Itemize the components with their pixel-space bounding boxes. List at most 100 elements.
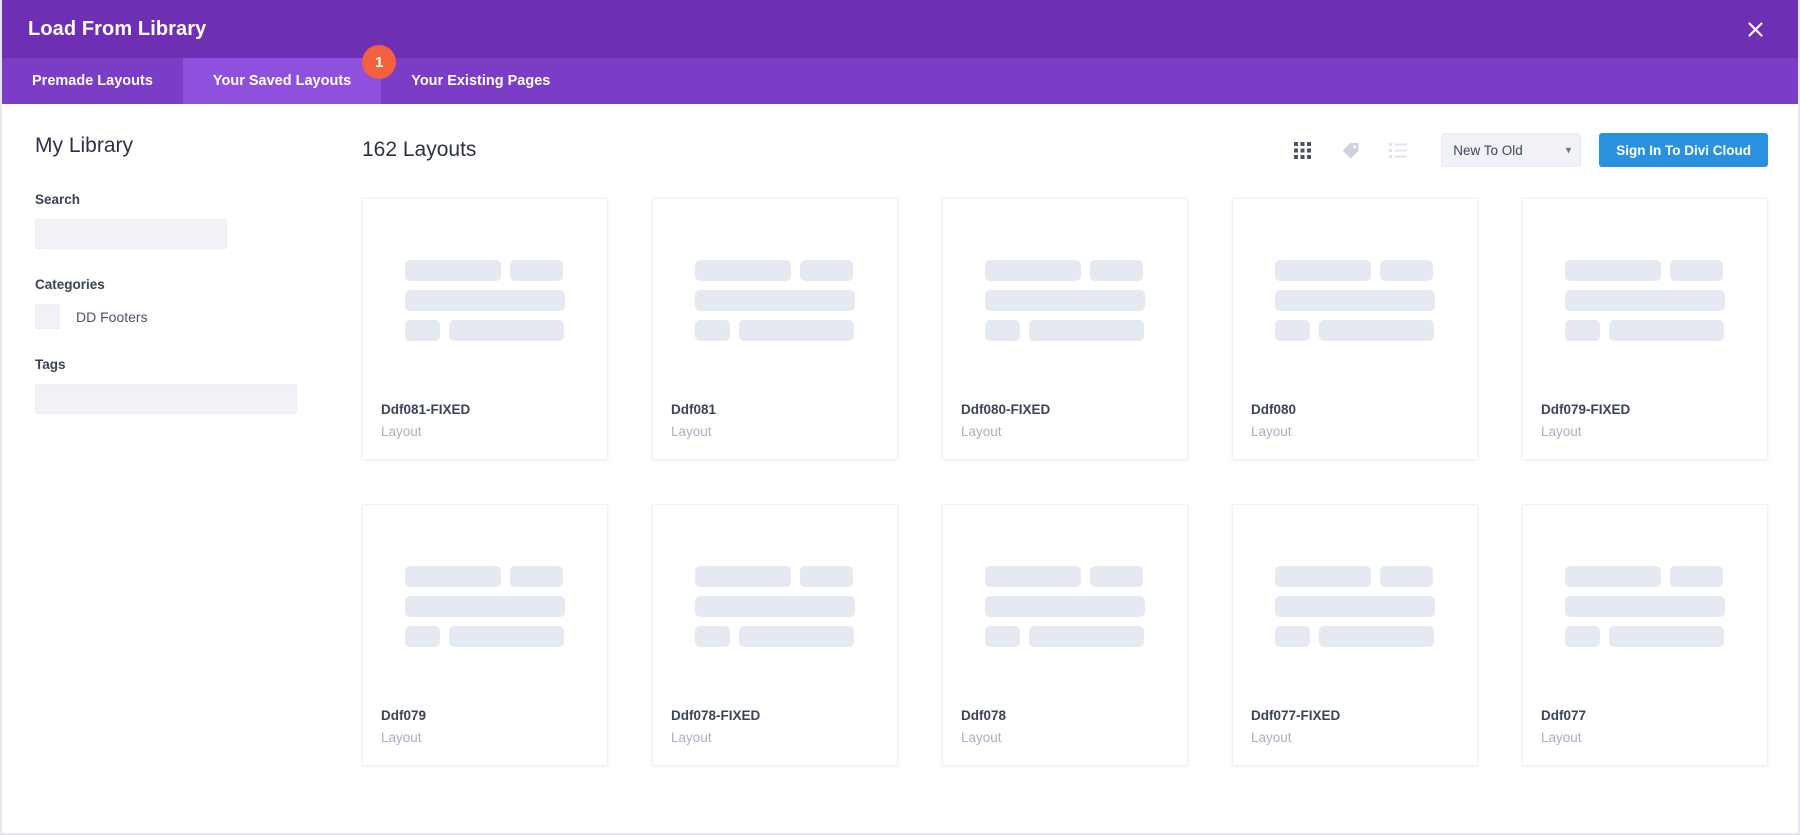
- sign-in-divi-cloud-button[interactable]: Sign In To Divi Cloud: [1599, 133, 1768, 167]
- skeleton-row: [695, 290, 855, 311]
- skeleton-row: [985, 626, 1145, 647]
- sort-select[interactable]: New To Old: [1441, 133, 1581, 167]
- skeleton-bar: [1565, 320, 1600, 341]
- tab-premade-layouts[interactable]: Premade Layouts: [2, 58, 183, 104]
- card-title: Ddf080-FIXED: [961, 402, 1169, 417]
- skeleton-bar: [800, 566, 853, 587]
- card-title: Ddf079-FIXED: [1541, 402, 1749, 417]
- tags-input[interactable]: [35, 384, 297, 414]
- skeleton-row: [695, 566, 855, 587]
- card-subtitle: Layout: [1541, 730, 1749, 745]
- skeleton-bar: [405, 596, 565, 617]
- skeleton-row: [985, 290, 1145, 311]
- card-preview-skeleton: [1523, 199, 1767, 402]
- skeleton-row: [1275, 320, 1435, 341]
- close-icon[interactable]: [1738, 12, 1772, 46]
- skeleton-bar: [1090, 260, 1143, 281]
- skeleton-bar: [1380, 566, 1433, 587]
- skeleton-bar: [1380, 260, 1433, 281]
- skeleton-row: [695, 626, 855, 647]
- layout-card[interactable]: Ddf081-FIXED Layout: [362, 198, 608, 460]
- skeleton-row: [985, 596, 1145, 617]
- card-subtitle: Layout: [381, 424, 589, 439]
- skeleton-bar: [1565, 626, 1600, 647]
- skeleton-row: [695, 260, 855, 281]
- modal-body: My Library Search Categories DD Footers …: [2, 104, 1798, 833]
- page-title: Load From Library: [28, 18, 206, 41]
- card-title: Ddf080: [1251, 402, 1459, 417]
- sidebar-title: My Library: [35, 134, 302, 158]
- grid-view-icon[interactable]: [1291, 139, 1313, 161]
- skeleton-row: [405, 596, 565, 617]
- skeleton-bar: [405, 566, 501, 587]
- layout-card[interactable]: Ddf079 Layout: [362, 504, 608, 766]
- search-input[interactable]: [35, 219, 227, 249]
- skeleton-bar: [1609, 626, 1724, 647]
- skeleton-row: [1275, 290, 1435, 311]
- layout-card[interactable]: Ddf077-FIXED Layout: [1232, 504, 1478, 766]
- layout-card[interactable]: Ddf079-FIXED Layout: [1522, 198, 1768, 460]
- skeleton-bar: [1275, 596, 1435, 617]
- skeleton-row: [985, 320, 1145, 341]
- layout-card[interactable]: Ddf078-FIXED Layout: [652, 504, 898, 766]
- skeleton-row: [405, 260, 565, 281]
- skeleton-bar: [1565, 566, 1661, 587]
- skeleton-bar: [1029, 320, 1144, 341]
- layout-card[interactable]: Ddf077 Layout: [1522, 504, 1768, 766]
- skeleton-row: [1565, 566, 1725, 587]
- card-meta: Ddf079 Layout: [363, 708, 607, 765]
- skeleton-row: [405, 320, 565, 341]
- layout-card[interactable]: Ddf080 Layout: [1232, 198, 1478, 460]
- layout-card[interactable]: Ddf081 Layout: [652, 198, 898, 460]
- sidebar: My Library Search Categories DD Footers …: [2, 104, 332, 833]
- skeleton-bar: [985, 320, 1020, 341]
- tab-your-saved-layouts[interactable]: Your Saved Layouts 1: [183, 58, 381, 104]
- skeleton-bar: [1090, 566, 1143, 587]
- category-label: DD Footers: [76, 309, 148, 325]
- view-mode-switcher: [1291, 139, 1409, 161]
- skeleton-row: [405, 566, 565, 587]
- layout-card[interactable]: Ddf080-FIXED Layout: [942, 198, 1188, 460]
- card-subtitle: Layout: [1251, 424, 1459, 439]
- card-preview-skeleton: [363, 505, 607, 708]
- tab-your-existing-pages[interactable]: Your Existing Pages: [381, 58, 580, 104]
- list-view-icon[interactable]: [1387, 139, 1409, 161]
- card-meta: Ddf077 Layout: [1523, 708, 1767, 765]
- category-checkbox[interactable]: [35, 304, 60, 329]
- layout-card-grid: Ddf081-FIXED Layout Ddf081 Layout: [362, 198, 1768, 766]
- search-label: Search: [35, 192, 302, 207]
- skeleton-bar: [985, 260, 1081, 281]
- category-item-dd-footers[interactable]: DD Footers: [35, 304, 302, 329]
- card-subtitle: Layout: [1541, 424, 1749, 439]
- card-meta: Ddf080-FIXED Layout: [943, 402, 1187, 459]
- card-meta: Ddf078-FIXED Layout: [653, 708, 897, 765]
- main-toolbar: 162 Layouts: [362, 132, 1768, 168]
- card-title: Ddf081: [671, 402, 879, 417]
- skeleton-bar: [695, 260, 791, 281]
- skeleton-row: [405, 626, 565, 647]
- skeleton-bar: [1565, 290, 1725, 311]
- skeleton-bar: [1565, 596, 1725, 617]
- skeleton-bar: [1319, 320, 1434, 341]
- layout-card[interactable]: Ddf078 Layout: [942, 504, 1188, 766]
- skeleton-bar: [1609, 320, 1724, 341]
- categories-filter-block: Categories DD Footers: [35, 277, 302, 329]
- skeleton-bar: [695, 626, 730, 647]
- card-title: Ddf079: [381, 708, 589, 723]
- card-subtitle: Layout: [381, 730, 589, 745]
- card-meta: Ddf080 Layout: [1233, 402, 1477, 459]
- card-subtitle: Layout: [961, 424, 1169, 439]
- card-preview-skeleton: [943, 505, 1187, 708]
- modal-header: Load From Library: [2, 0, 1798, 58]
- skeleton-row: [985, 566, 1145, 587]
- sort-select-wrapper: New To Old ▾: [1441, 133, 1599, 167]
- tags-label: Tags: [35, 357, 302, 372]
- card-preview-skeleton: [1523, 505, 1767, 708]
- card-title: Ddf077: [1541, 708, 1749, 723]
- layout-count: 162 Layouts: [362, 138, 476, 162]
- skeleton-row: [405, 290, 565, 311]
- skeleton-row: [1565, 290, 1725, 311]
- tags-filter-block: Tags: [35, 357, 302, 414]
- tag-view-icon[interactable]: [1339, 139, 1361, 161]
- tab-label: Your Saved Layouts: [213, 73, 351, 89]
